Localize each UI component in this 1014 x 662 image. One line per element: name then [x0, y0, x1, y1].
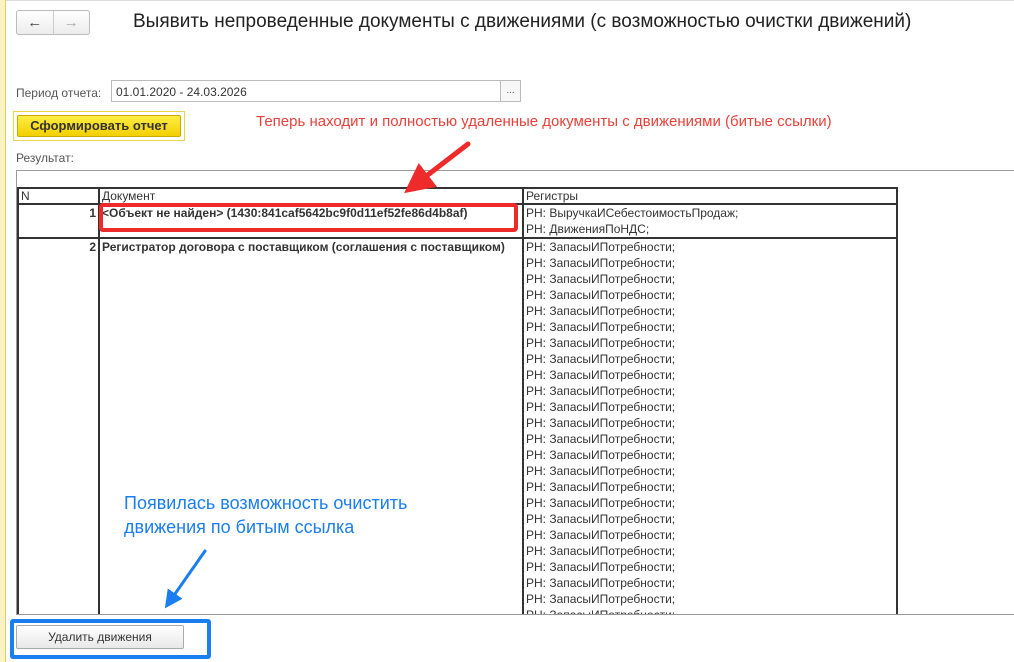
- red-arrow-icon: [404, 141, 471, 194]
- annotation-arrows: [164, 141, 471, 609]
- blue-arrow-icon: [164, 549, 207, 609]
